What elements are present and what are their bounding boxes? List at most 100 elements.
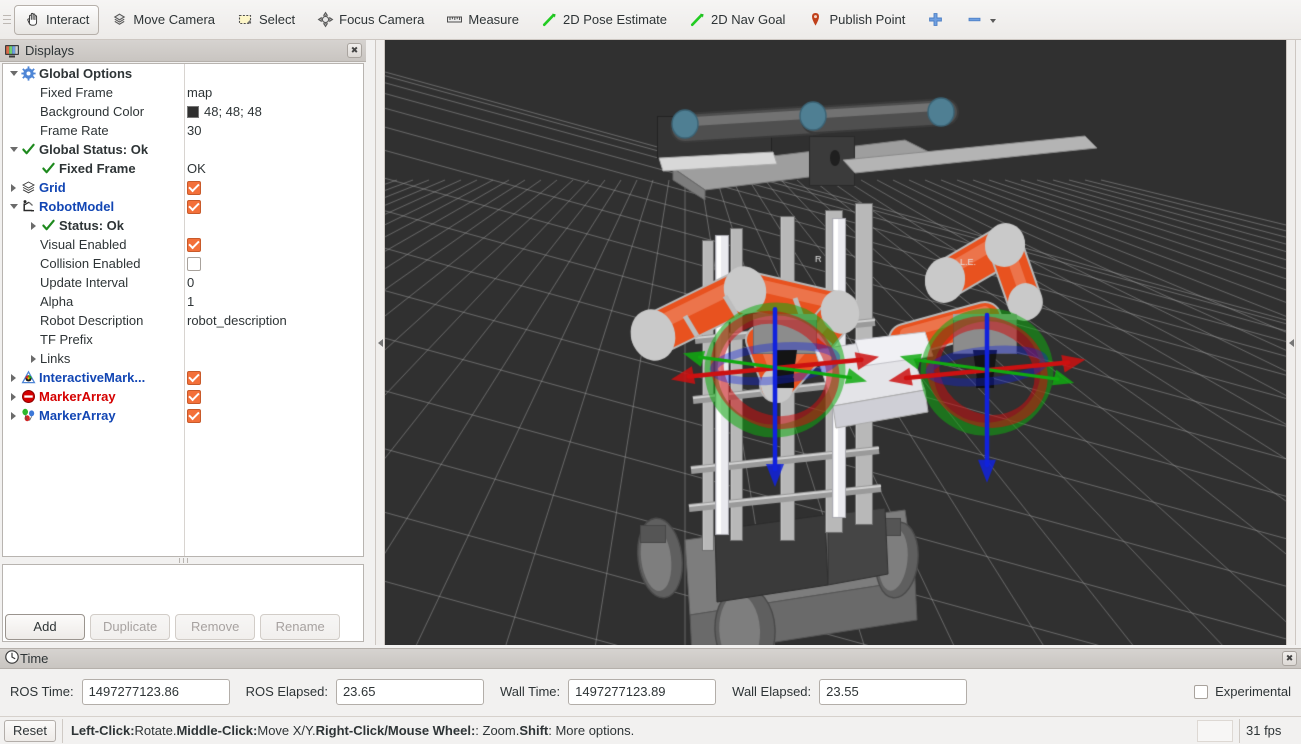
tool-interact[interactable]: Interact bbox=[14, 4, 100, 35]
collapse-left-icon[interactable] bbox=[375, 40, 385, 645]
gear-icon bbox=[20, 66, 36, 82]
tree-row-name-cell: Fixed Frame bbox=[3, 83, 184, 102]
tree-row[interactable]: InteractiveMark... bbox=[3, 368, 363, 387]
tree-row[interactable]: Status: Ok bbox=[3, 216, 363, 235]
tool-measure[interactable]: Measure bbox=[436, 5, 529, 35]
status-bar: Reset Left-Click: Rotate. Middle-Click: … bbox=[0, 716, 1301, 744]
ros-elapsed-input[interactable]: 23.65 bbox=[335, 678, 484, 705]
tool-measure-label: Measure bbox=[468, 12, 519, 27]
tree-row-value-cell[interactable]: 30 bbox=[187, 121, 201, 140]
tree-row[interactable]: Grid bbox=[3, 178, 363, 197]
chevron-right-icon[interactable] bbox=[7, 368, 20, 387]
tree-row[interactable]: Frame Rate 30 bbox=[3, 121, 363, 140]
tree-row-value-cell[interactable] bbox=[187, 178, 201, 197]
wall-time-input[interactable]: 1497277123.89 bbox=[568, 678, 717, 705]
panel-splitter-grip[interactable] bbox=[172, 558, 194, 563]
close-icon[interactable]: ✖ bbox=[347, 43, 362, 58]
chevron-right-icon[interactable] bbox=[7, 406, 20, 425]
rename-button[interactable]: Rename bbox=[260, 613, 341, 640]
tool-2d-nav-goal[interactable]: 2D Nav Goal bbox=[679, 5, 795, 35]
tree-row[interactable]: Robot Description robot_description bbox=[3, 311, 363, 330]
remove-tool-button[interactable] bbox=[956, 5, 1008, 35]
tool-focus-camera[interactable]: Focus Camera bbox=[307, 5, 434, 35]
tree-row-value-cell[interactable] bbox=[187, 387, 201, 406]
tree-row-value: map bbox=[187, 85, 213, 100]
tree-row-value-cell[interactable]: map bbox=[187, 83, 212, 102]
enable-checkbox[interactable] bbox=[187, 237, 201, 252]
experimental-checkbox[interactable] bbox=[1194, 684, 1209, 699]
tree-row[interactable]: Fixed Frame OK bbox=[3, 159, 363, 178]
tree-row-value-cell[interactable]: robot_description bbox=[187, 311, 287, 330]
tree-row[interactable]: MarkerArray bbox=[3, 406, 363, 425]
chevron-right-icon[interactable] bbox=[27, 216, 40, 235]
tree-row-name-cell: Links bbox=[3, 349, 184, 368]
tree-row[interactable]: Fixed Frame map bbox=[3, 83, 363, 102]
add-tool-button[interactable] bbox=[917, 5, 954, 35]
tool-move-camera[interactable]: Move Camera bbox=[101, 5, 225, 35]
plus-icon bbox=[927, 11, 944, 28]
enable-checkbox[interactable] bbox=[187, 389, 201, 404]
color-swatch[interactable] bbox=[187, 105, 199, 118]
tree-row-value-cell[interactable]: OK bbox=[187, 159, 206, 178]
chevron-right-icon[interactable] bbox=[7, 387, 20, 406]
tree-row-value-cell[interactable] bbox=[187, 368, 201, 387]
tree-row[interactable]: RobotModel bbox=[3, 197, 363, 216]
chevron-down-icon[interactable] bbox=[988, 11, 998, 28]
enable-checkbox[interactable] bbox=[187, 408, 201, 423]
no-entry-icon bbox=[20, 389, 36, 405]
reset-button[interactable]: Reset bbox=[4, 719, 56, 742]
hint-fragment: Left-Click: bbox=[70, 723, 135, 738]
wall-elapsed-input[interactable]: 23.55 bbox=[819, 678, 968, 705]
enable-checkbox[interactable] bbox=[187, 199, 201, 214]
tree-row-value-cell[interactable]: 1 bbox=[187, 292, 194, 311]
tree-row[interactable]: Background Color 48; 48; 48 bbox=[3, 102, 363, 121]
enable-checkbox[interactable] bbox=[187, 370, 201, 385]
tool-select[interactable]: Select bbox=[227, 5, 305, 35]
tree-row-value-cell[interactable] bbox=[187, 254, 201, 273]
duplicate-button[interactable]: Duplicate bbox=[90, 613, 171, 640]
tree-row-value-cell[interactable]: 0 bbox=[187, 273, 194, 292]
remove-button[interactable]: Remove bbox=[175, 613, 256, 640]
displays-monitor-icon bbox=[4, 43, 20, 59]
tree-row-name-cell: MarkerArray bbox=[3, 387, 184, 406]
chevron-down-icon[interactable] bbox=[7, 140, 20, 159]
chevron-down-icon[interactable] bbox=[7, 64, 20, 83]
displays-tree[interactable]: Global Options Fixed Frame map Background C… bbox=[2, 63, 364, 557]
collapse-right-icon[interactable] bbox=[1286, 40, 1296, 645]
chevron-right-icon[interactable] bbox=[7, 178, 20, 197]
tree-row[interactable]: Links bbox=[3, 349, 363, 368]
3d-scene-canvas[interactable] bbox=[385, 40, 1286, 645]
tree-row[interactable]: Visual Enabled bbox=[3, 235, 363, 254]
tree-row[interactable]: Collision Enabled bbox=[3, 254, 363, 273]
ros-time-input[interactable]: 1497277123.86 bbox=[81, 678, 230, 705]
enable-checkbox[interactable] bbox=[187, 256, 201, 271]
tree-row[interactable]: Global Options bbox=[3, 64, 363, 83]
tree-row[interactable]: MarkerArray bbox=[3, 387, 363, 406]
chevron-right-icon[interactable] bbox=[27, 349, 40, 368]
toolbar-drag-handle[interactable] bbox=[0, 0, 14, 40]
tree-row[interactable]: Update Interval 0 bbox=[3, 273, 363, 292]
close-icon[interactable]: ✖ bbox=[1282, 651, 1297, 666]
tree-row[interactable]: Alpha 1 bbox=[3, 292, 363, 311]
tool-publish-point[interactable]: Publish Point bbox=[797, 5, 915, 35]
add-button[interactable]: Add bbox=[5, 613, 85, 640]
tree-expander-empty bbox=[27, 102, 40, 121]
tree-row-value-cell[interactable]: 48; 48; 48 bbox=[187, 102, 262, 121]
3d-render-viewport[interactable] bbox=[385, 40, 1286, 645]
tree-row[interactable]: TF Prefix bbox=[3, 330, 363, 349]
tree-expander-empty bbox=[27, 330, 40, 349]
minus-icon bbox=[966, 11, 983, 28]
tree-row-value-cell[interactable] bbox=[187, 235, 201, 254]
experimental-checkbox-wrap[interactable]: Experimental bbox=[1194, 684, 1291, 699]
tree-row[interactable]: Global Status: Ok bbox=[3, 140, 363, 159]
chevron-down-icon[interactable] bbox=[7, 197, 20, 216]
check-icon bbox=[20, 142, 36, 158]
tree-row-value-cell[interactable] bbox=[187, 406, 201, 425]
tree-row-label: Collision Enabled bbox=[40, 256, 141, 271]
time-panel-title: Time bbox=[20, 651, 49, 666]
enable-checkbox[interactable] bbox=[187, 180, 201, 195]
tree-row-label: MarkerArray bbox=[39, 389, 116, 404]
tree-row-value-cell[interactable] bbox=[187, 197, 201, 216]
tool-2d-pose-estimate[interactable]: 2D Pose Estimate bbox=[531, 5, 677, 35]
tree-row-label: Status: Ok bbox=[59, 218, 125, 233]
